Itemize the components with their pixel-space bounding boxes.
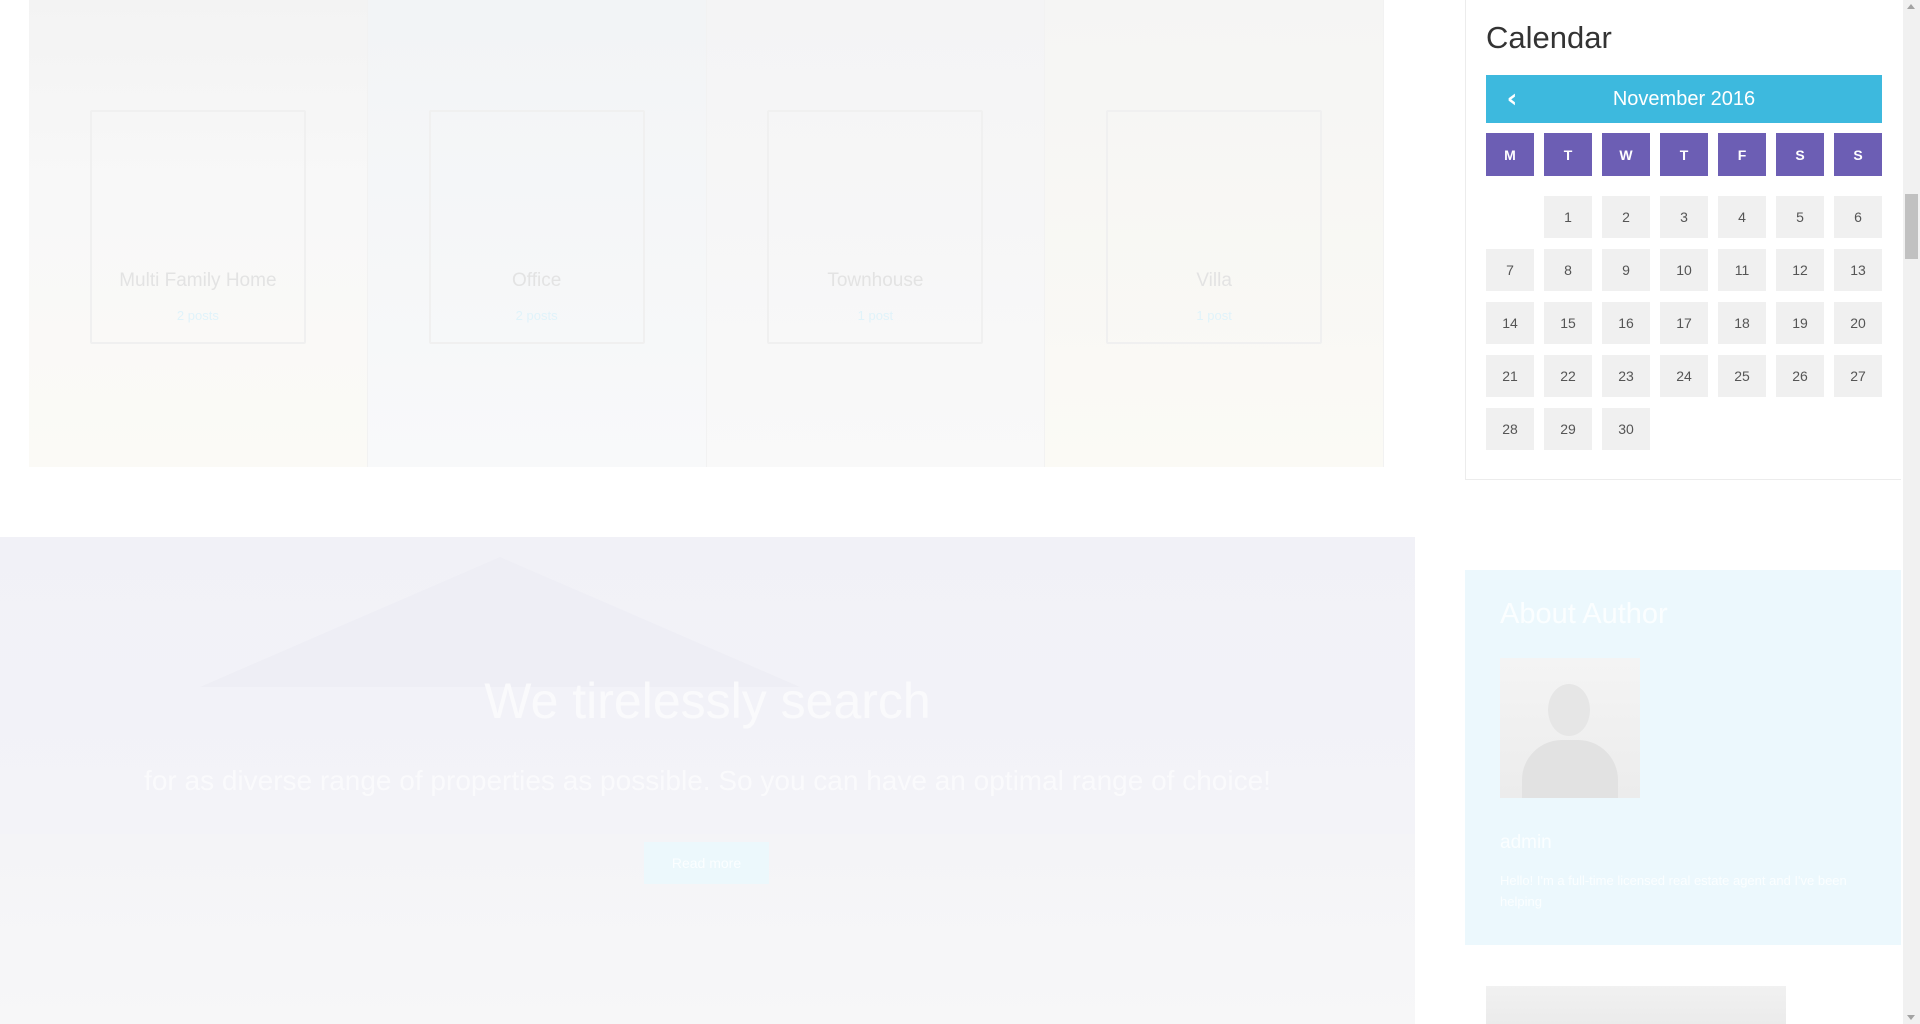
scroll-down-icon[interactable] [1907, 1015, 1915, 1020]
calendar-day[interactable]: 22 [1544, 355, 1592, 397]
calendar-day[interactable]: 4 [1718, 196, 1766, 238]
type-name[interactable]: Villa [1045, 270, 1383, 292]
type-name[interactable]: Townhouse [707, 270, 1045, 292]
calendar-day[interactable]: 17 [1660, 302, 1708, 344]
calendar-day[interactable]: 19 [1776, 302, 1824, 344]
calendar-weekday: M [1486, 133, 1534, 176]
avatar-body [1522, 740, 1618, 798]
author-avatar[interactable] [1500, 658, 1640, 798]
calendar-day[interactable]: 3 [1660, 196, 1708, 238]
calendar-widget: Calendar ‹ November 2016 MTWTFSS 1234567… [1465, 0, 1901, 480]
page-scrollbar[interactable] [1903, 0, 1920, 1024]
property-types-strip: Multi Family Home 2 posts Office 2 posts… [29, 0, 1384, 467]
calendar-weekdays: MTWTFSS [1486, 133, 1882, 176]
calendar-day[interactable]: 15 [1544, 302, 1592, 344]
calendar-weekday: S [1776, 133, 1824, 176]
hero-background-mountain [200, 557, 800, 687]
calendar-day[interactable]: 11 [1718, 249, 1766, 291]
type-name[interactable]: Multi Family Home [29, 270, 367, 292]
calendar-day[interactable]: 5 [1776, 196, 1824, 238]
calendar-day[interactable]: 1 [1544, 196, 1592, 238]
calendar-day[interactable]: 7 [1486, 249, 1534, 291]
sidebar-image-thumbnail[interactable] [1486, 986, 1786, 1024]
about-author-heading: About Author [1500, 598, 1668, 630]
calendar-day[interactable]: 27 [1834, 355, 1882, 397]
calendar-weekday: T [1660, 133, 1708, 176]
calendar-day[interactable]: 6 [1834, 196, 1882, 238]
calendar-weekday: S [1834, 133, 1882, 176]
calendar-day[interactable]: 8 [1544, 249, 1592, 291]
calendar-nav: ‹ November 2016 [1486, 75, 1882, 123]
scroll-up-icon[interactable] [1907, 4, 1915, 9]
calendar-day[interactable]: 12 [1776, 249, 1824, 291]
calendar-day[interactable]: 20 [1834, 302, 1882, 344]
calendar-heading: Calendar [1486, 20, 1612, 55]
type-count: 1 post [1196, 308, 1232, 323]
type-name[interactable]: Office [368, 270, 706, 292]
scrollbar-thumb[interactable] [1905, 194, 1918, 259]
type-count: 2 posts [515, 308, 558, 323]
calendar-day[interactable]: 14 [1486, 302, 1534, 344]
calendar-weekday: W [1602, 133, 1650, 176]
calendar-day[interactable]: 10 [1660, 249, 1708, 291]
avatar-head [1548, 684, 1590, 736]
calendar-day[interactable]: 24 [1660, 355, 1708, 397]
calendar-day[interactable]: 2 [1602, 196, 1650, 238]
calendar-day[interactable]: 16 [1602, 302, 1650, 344]
calendar-month: November 2016 [1612, 88, 1756, 110]
type-count: 2 posts [176, 308, 219, 323]
type-card-multi-family-home[interactable]: Multi Family Home 2 posts [29, 0, 368, 467]
calendar-day[interactable]: 29 [1544, 408, 1592, 450]
calendar-day[interactable]: 9 [1602, 249, 1650, 291]
calendar-empty-cell [1486, 196, 1534, 238]
calendar-weekday: F [1718, 133, 1766, 176]
calendar-day[interactable]: 23 [1602, 355, 1650, 397]
type-card-office[interactable]: Office 2 posts [367, 0, 707, 467]
type-card-villa[interactable]: Villa 1 post [1045, 0, 1384, 467]
hero-subtitle: for as diverse range of properties as po… [144, 765, 1271, 796]
calendar-day[interactable]: 18 [1718, 302, 1766, 344]
read-more-button[interactable]: Read more [644, 842, 769, 884]
type-card-townhouse[interactable]: Townhouse 1 post [706, 0, 1046, 467]
calendar-day[interactable]: 30 [1602, 408, 1650, 450]
calendar-grid: 1 2 3 4 5 6 7 8 9 10 11 12 13 14 15 16 17 18 19 20 21 22 23 24 2… [1486, 196, 1882, 450]
about-author-widget: About Author admin Hello! I'm a full-tim… [1465, 570, 1901, 945]
calendar-day[interactable]: 13 [1834, 249, 1882, 291]
calendar-day[interactable]: 28 [1486, 408, 1534, 450]
author-bio: Hello! I'm a full-time licensed real est… [1500, 873, 1847, 909]
calendar-weekday: T [1544, 133, 1592, 176]
hero-banner: We tirelessly search for as diverse rang… [0, 537, 1415, 1024]
calendar-day[interactable]: 26 [1776, 355, 1824, 397]
calendar-day[interactable]: 25 [1718, 355, 1766, 397]
hero-title: We tirelessly search [484, 673, 931, 729]
calendar-day[interactable]: 21 [1486, 355, 1534, 397]
author-name[interactable]: admin [1500, 832, 1552, 854]
type-count: 1 post [857, 308, 894, 323]
